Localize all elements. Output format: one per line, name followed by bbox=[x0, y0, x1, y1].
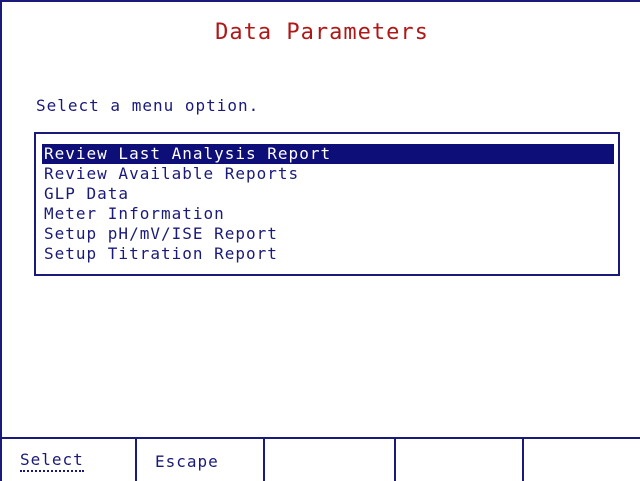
menu-item-review-last-analysis-report[interactable]: Review Last Analysis Report bbox=[42, 144, 614, 164]
menu-item-setup-titration-report[interactable]: Setup Titration Report bbox=[42, 244, 614, 264]
meter-screen: Data Parameters Select a menu option. Re… bbox=[0, 0, 640, 481]
menu-item-label: GLP Data bbox=[44, 184, 130, 203]
menu-item-review-available-reports[interactable]: Review Available Reports bbox=[42, 164, 614, 184]
menu-item-label: Review Available Reports bbox=[44, 164, 300, 183]
softkey-3[interactable] bbox=[265, 439, 396, 481]
softkey-label: Escape bbox=[155, 451, 219, 471]
menu-item-label: Setup pH/mV/ISE Report bbox=[44, 224, 278, 243]
page-title: Data Parameters bbox=[215, 20, 429, 45]
menu-list-box: Review Last Analysis Report Review Avail… bbox=[34, 132, 620, 276]
menu-item-label: Review Last Analysis Report bbox=[44, 144, 332, 163]
menu-prompt: Select a menu option. bbox=[36, 96, 260, 115]
softkey-select[interactable]: Select bbox=[2, 439, 137, 481]
menu-item-label: Meter Information bbox=[44, 204, 225, 223]
softkey-5[interactable] bbox=[524, 439, 640, 481]
menu-item-label: Setup Titration Report bbox=[44, 244, 278, 263]
menu-list: Review Last Analysis Report Review Avail… bbox=[42, 144, 614, 264]
softkey-4[interactable] bbox=[396, 439, 524, 481]
softkey-bar: Select Escape bbox=[2, 437, 640, 481]
menu-item-glp-data[interactable]: GLP Data bbox=[42, 184, 614, 204]
softkey-escape[interactable]: Escape bbox=[137, 439, 265, 481]
softkey-label: Select bbox=[20, 450, 84, 472]
menu-item-setup-ph-mv-ise-report[interactable]: Setup pH/mV/ISE Report bbox=[42, 224, 614, 244]
menu-item-meter-information[interactable]: Meter Information bbox=[42, 204, 614, 224]
